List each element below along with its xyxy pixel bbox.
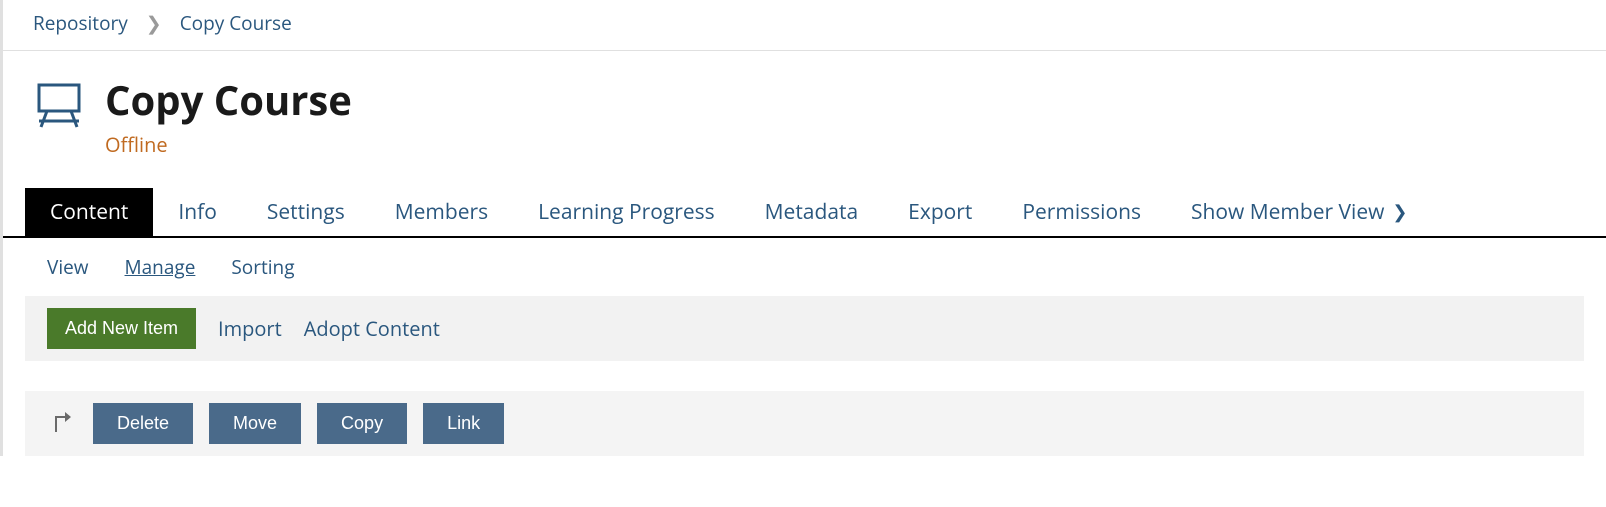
add-new-item-button[interactable]: Add New Item [47, 308, 196, 349]
selection-arrow-icon [51, 409, 71, 439]
subtab-sorting[interactable]: Sorting [231, 254, 294, 280]
delete-button[interactable]: Delete [93, 403, 193, 444]
subtab-manage[interactable]: Manage [125, 254, 196, 280]
breadcrumb-current: Copy Course [180, 10, 292, 36]
adopt-content-link[interactable]: Adopt Content [304, 315, 440, 342]
tab-learning-progress[interactable]: Learning Progress [513, 188, 740, 236]
move-button[interactable]: Move [209, 403, 301, 444]
tab-content[interactable]: Content [25, 188, 153, 236]
main-tabs: Content Info Settings Members Learning P… [3, 168, 1606, 238]
tab-export[interactable]: Export [883, 188, 997, 236]
page-title: Copy Course [105, 79, 352, 121]
chevron-right-icon: ❯ [1392, 200, 1407, 224]
tab-info[interactable]: Info [153, 188, 241, 236]
tab-show-member-view[interactable]: Show Member View ❯ [1166, 188, 1433, 236]
content-toolbar: Add New Item Import Adopt Content [25, 296, 1584, 361]
link-button[interactable]: Link [423, 403, 504, 444]
course-icon [33, 79, 85, 131]
chevron-right-icon: ❯ [146, 10, 162, 36]
subtab-view[interactable]: View [47, 254, 89, 280]
page-header: Copy Course Offline [3, 51, 1606, 168]
copy-button[interactable]: Copy [317, 403, 407, 444]
breadcrumb-root[interactable]: Repository [33, 10, 128, 36]
tab-permissions[interactable]: Permissions [997, 188, 1166, 236]
sub-tabs: View Manage Sorting [3, 238, 1606, 296]
bulk-action-row: Delete Move Copy Link [25, 391, 1584, 456]
breadcrumb: Repository ❯ Copy Course [3, 0, 1606, 51]
status-badge: Offline [105, 131, 352, 158]
tab-members[interactable]: Members [370, 188, 513, 236]
tab-metadata[interactable]: Metadata [740, 188, 884, 236]
tab-settings[interactable]: Settings [242, 188, 370, 236]
import-link[interactable]: Import [218, 315, 282, 342]
